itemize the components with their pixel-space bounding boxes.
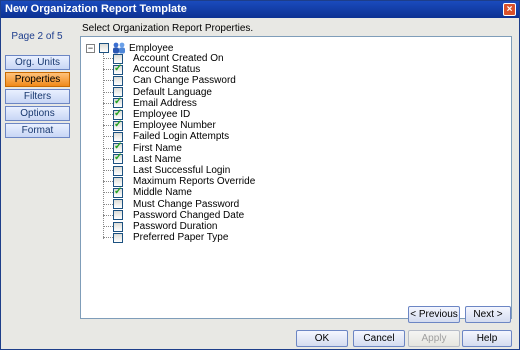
tree-branch-line xyxy=(103,80,113,82)
tree-branch-line xyxy=(103,237,113,239)
nav-format[interactable]: Format xyxy=(5,123,70,138)
tree-branch-line xyxy=(103,147,113,149)
tree-item[interactable]: Password Duration xyxy=(103,221,217,232)
property-checkbox[interactable] xyxy=(113,199,123,210)
property-label: Middle Name xyxy=(133,187,192,199)
tree-branch-line xyxy=(103,181,113,183)
tree-branch-line xyxy=(103,226,113,227)
tree-branch-line xyxy=(103,192,113,194)
nav-org-units[interactable]: Org. Units xyxy=(5,55,70,70)
property-label: Can Change Password xyxy=(133,75,236,87)
tree-item[interactable]: Can Change Password xyxy=(103,75,236,86)
property-checkbox[interactable] xyxy=(113,186,123,198)
report-template-window: New Organization Report Template × Page … xyxy=(0,0,520,350)
page-indicator: Page 2 of 5 xyxy=(11,31,63,42)
tree-branch-line xyxy=(103,114,113,115)
window-title: New Organization Report Template xyxy=(5,3,187,15)
property-label: Password Changed Date xyxy=(133,209,245,221)
content-area: Select Organization Report Properties. −… xyxy=(72,19,518,349)
property-checkbox[interactable] xyxy=(113,75,123,86)
tree-item[interactable]: Preferred Paper Type xyxy=(103,232,228,243)
properties-tree[interactable]: − Employee Account Created OnAccount Sta… xyxy=(80,36,512,319)
property-label: Email Address xyxy=(133,97,197,109)
tree-item[interactable]: Must Change Password xyxy=(103,199,239,210)
tree-item[interactable]: Account Status xyxy=(103,63,201,76)
property-label: Last Name xyxy=(133,153,182,165)
property-label: Last Successful Login xyxy=(133,165,231,176)
property-label: Must Change Password xyxy=(133,198,240,210)
instruction-text: Select Organization Report Properties. xyxy=(82,23,254,34)
tree-branch-line xyxy=(103,102,113,104)
tree-item[interactable]: Maximum Reports Override xyxy=(103,176,255,187)
tree-item[interactable]: Middle Name xyxy=(103,186,192,199)
property-checkbox[interactable] xyxy=(113,210,123,221)
property-checkbox[interactable] xyxy=(113,152,123,165)
tree-item[interactable]: Employee Number xyxy=(103,119,216,132)
nav-options[interactable]: Options xyxy=(5,106,70,121)
property-label: Account Status xyxy=(133,64,201,76)
tree-item[interactable]: Password Changed Date xyxy=(103,210,244,221)
property-label: Failed Login Attempts xyxy=(133,131,230,143)
property-checkbox[interactable] xyxy=(113,165,123,176)
close-icon[interactable]: × xyxy=(503,3,516,16)
tree-item[interactable]: Last Name xyxy=(103,152,182,165)
property-checkbox[interactable] xyxy=(113,119,123,131)
tree-branch-line xyxy=(103,125,113,127)
nav-filters[interactable]: Filters xyxy=(5,89,70,104)
tree-item[interactable]: Last Successful Login xyxy=(103,165,230,176)
property-checkbox[interactable] xyxy=(113,63,123,75)
ok-button[interactable]: OK xyxy=(296,330,348,347)
tree-branch-line xyxy=(103,203,113,205)
property-label: Password Duration xyxy=(133,221,218,232)
collapse-icon[interactable]: − xyxy=(86,43,95,53)
title-bar: New Organization Report Template × xyxy=(1,1,519,18)
property-label: Employee ID xyxy=(133,109,191,120)
tree-branch-line xyxy=(103,91,113,93)
root-checkbox[interactable] xyxy=(99,43,109,53)
help-button[interactable]: Help xyxy=(462,330,512,347)
property-label: Preferred Paper Type xyxy=(133,232,229,244)
property-label: Account Created On xyxy=(133,53,224,64)
tree-root-label: Employee xyxy=(129,42,174,54)
apply-button[interactable]: Apply xyxy=(408,330,460,347)
tree-branch-line xyxy=(103,170,113,171)
tree-branch-line xyxy=(103,69,113,71)
property-checkbox[interactable] xyxy=(113,232,123,243)
tree-branch-line xyxy=(103,158,113,160)
property-label: Maximum Reports Override xyxy=(133,176,256,188)
tree-branch-line xyxy=(103,58,113,59)
next-button[interactable]: Next > xyxy=(465,306,511,323)
property-label: Employee Number xyxy=(133,120,216,132)
nav-properties[interactable]: Properties xyxy=(5,72,70,87)
tree-branch-line xyxy=(103,214,113,216)
property-label: Default Language xyxy=(133,86,212,98)
wizard-sidebar: Page 2 of 5 Org. Units Properties Filter… xyxy=(2,19,72,349)
previous-button[interactable]: < Previous xyxy=(408,306,460,323)
property-label: First Name xyxy=(133,142,182,154)
tree-branch-line xyxy=(103,136,113,138)
property-checkbox[interactable] xyxy=(113,221,123,232)
cancel-button[interactable]: Cancel xyxy=(353,330,405,347)
